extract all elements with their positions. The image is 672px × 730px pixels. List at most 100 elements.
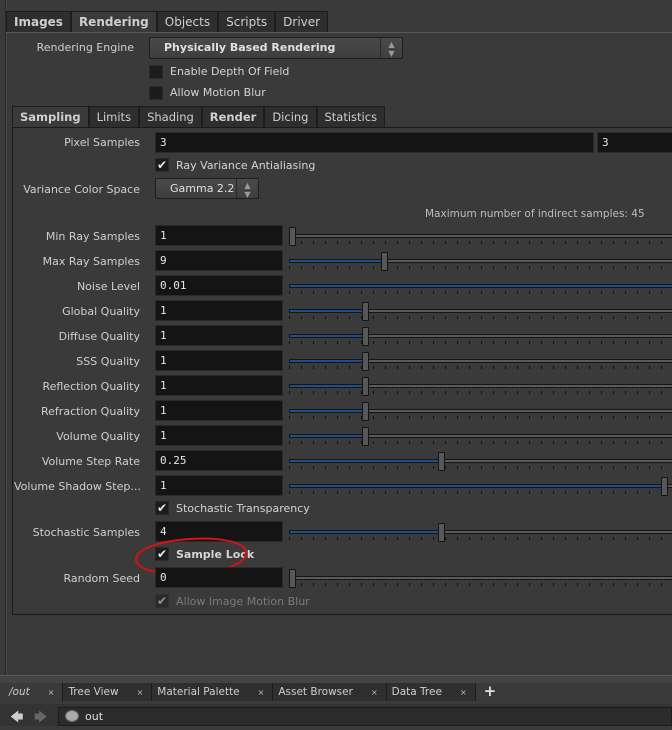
close-icon[interactable]: × — [371, 684, 378, 701]
param-value-field[interactable]: 0.01 — [155, 275, 283, 296]
param-slider[interactable] — [289, 400, 672, 421]
tab-sampling[interactable]: Sampling — [12, 106, 89, 127]
param-slider[interactable] — [289, 325, 672, 346]
slider-ticks — [289, 441, 672, 444]
variance-color-space-label: Variance Color Space — [23, 183, 140, 196]
tab-limits[interactable]: Limits — [88, 106, 140, 127]
slider-ticks — [289, 537, 672, 540]
param-value-field[interactable]: 1 — [155, 425, 283, 446]
slider-ticks — [289, 241, 672, 244]
param-slider[interactable] — [289, 350, 672, 371]
outer-tab-bar: Images Rendering Objects Scripts Driver — [6, 11, 329, 32]
tab-scripts[interactable]: Scripts — [218, 11, 276, 32]
slider-handle[interactable] — [362, 327, 369, 346]
pixel-samples-y-field[interactable]: 3 — [597, 132, 672, 153]
param-label: Volume Quality — [56, 430, 140, 443]
slider-handle[interactable] — [661, 477, 668, 496]
slider-handle[interactable] — [289, 227, 296, 246]
variance-color-space-menu[interactable]: Gamma 2.2 ▲ ▼ — [155, 178, 259, 199]
menu-updown-icon: ▲ ▼ — [380, 38, 402, 58]
pane-tab-material-palette[interactable]: Material Palette × — [152, 683, 274, 701]
pane-tab-out[interactable]: /out × — [4, 683, 64, 701]
tab-images[interactable]: Images — [6, 11, 71, 32]
param-slider[interactable] — [289, 375, 672, 396]
pane-tab-asset-browser[interactable]: Asset Browser × — [273, 683, 387, 701]
param-value-field[interactable]: 9 — [155, 250, 283, 271]
pixel-samples-x-field[interactable]: 3 — [155, 132, 594, 153]
slider-fill — [289, 459, 438, 463]
param-value-field[interactable]: 1 — [155, 350, 283, 371]
slider-ticks — [289, 366, 672, 369]
close-icon[interactable]: × — [460, 684, 467, 701]
stochastic-transparency-checkbox[interactable]: ✔ — [155, 501, 169, 515]
param-value-field[interactable]: 1 — [155, 325, 283, 346]
slider-handle[interactable] — [362, 352, 369, 371]
param-slider[interactable] — [289, 225, 672, 246]
param-label: Noise Level — [76, 280, 140, 293]
enable-dof-checkbox[interactable] — [149, 65, 163, 79]
slider-track[interactable] — [289, 234, 672, 238]
param-value-field[interactable]: 1 — [155, 225, 283, 246]
forward-arrow-icon[interactable]: 🡆 — [34, 708, 47, 730]
slider-track[interactable] — [289, 576, 672, 580]
slider-fill — [289, 309, 362, 313]
slider-handle[interactable] — [362, 402, 369, 421]
param-value-field[interactable]: 1 — [155, 375, 283, 396]
param-slider[interactable] — [289, 300, 672, 321]
enable-dof-label: Enable Depth Of Field — [170, 65, 290, 78]
slider-handle[interactable] — [438, 452, 445, 471]
tab-statistics[interactable]: Statistics — [316, 106, 386, 127]
stochastic-samples-slider[interactable] — [289, 521, 672, 542]
random-seed-field[interactable]: 0 — [155, 567, 283, 588]
param-slider[interactable] — [289, 275, 672, 296]
ray-variance-checkbox[interactable]: ✔ — [155, 158, 169, 172]
rendering-engine-menu[interactable]: Physically Based Rendering ▲ ▼ — [149, 37, 403, 59]
param-slider[interactable] — [289, 450, 672, 471]
pane-tab-tree-view[interactable]: Tree View × — [63, 683, 153, 701]
param-value-field[interactable]: 1 — [155, 300, 283, 321]
tab-driver[interactable]: Driver — [275, 11, 329, 32]
close-icon[interactable]: × — [137, 684, 144, 701]
slider-handle[interactable] — [362, 377, 369, 396]
slider-ticks — [289, 466, 672, 469]
back-arrow-icon[interactable]: 🡄 — [10, 708, 23, 730]
tab-rendering[interactable]: Rendering — [70, 11, 157, 32]
pane-tab-data-tree[interactable]: Data Tree × — [386, 683, 476, 701]
slider-handle[interactable] — [438, 523, 445, 542]
menu-updown-icon: ▲ ▼ — [236, 179, 258, 199]
random-seed-label: Random Seed — [63, 572, 140, 585]
param-slider[interactable] — [289, 475, 672, 496]
tab-dicing[interactable]: Dicing — [264, 106, 317, 127]
slider-handle[interactable] — [381, 252, 388, 271]
param-label: Global Quality — [62, 305, 140, 318]
tab-shading[interactable]: Shading — [139, 106, 202, 127]
tab-label: /out — [9, 685, 30, 698]
image-motion-blur-label: Allow Image Motion Blur — [176, 595, 310, 608]
close-icon[interactable]: × — [258, 684, 265, 701]
path-text: out — [85, 710, 104, 723]
slider-fill — [289, 384, 362, 388]
param-label: Reflection Quality — [42, 380, 140, 393]
slider-handle[interactable] — [289, 569, 296, 588]
rendering-engine-label: Rendering Engine — [36, 41, 134, 54]
param-value-field[interactable]: 0.25 — [155, 450, 283, 471]
network-path-field[interactable]: out — [58, 707, 672, 726]
pixel-samples-label: Pixel Samples — [64, 136, 140, 149]
slider-fill — [289, 359, 362, 363]
pane-splitter[interactable] — [0, 675, 672, 683]
allow-motion-blur-checkbox[interactable] — [149, 86, 163, 100]
close-icon[interactable]: × — [48, 684, 55, 701]
slider-ticks — [289, 266, 672, 269]
param-value-field[interactable]: 1 — [155, 475, 283, 496]
param-label: Diffuse Quality — [58, 330, 140, 343]
slider-handle[interactable] — [362, 427, 369, 446]
param-slider[interactable] — [289, 425, 672, 446]
param-value-field[interactable]: 1 — [155, 400, 283, 421]
param-slider[interactable] — [289, 250, 672, 271]
tab-render[interactable]: Render — [201, 106, 265, 127]
tab-objects[interactable]: Objects — [156, 11, 219, 32]
add-tab-button[interactable]: + — [476, 683, 497, 701]
random-seed-slider[interactable] — [289, 567, 672, 588]
output-network-icon — [65, 710, 79, 722]
slider-handle[interactable] — [362, 302, 369, 321]
